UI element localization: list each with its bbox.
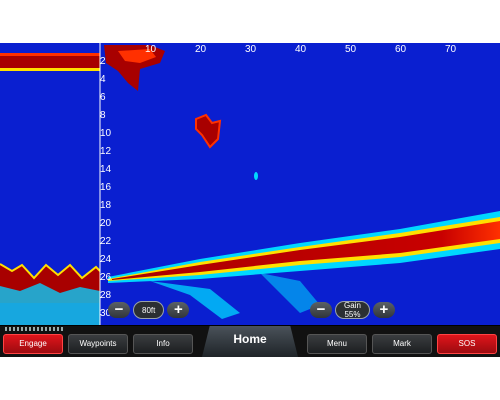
gain-control: − Gain 55% +	[310, 301, 395, 319]
gain-plus-button[interactable]: +	[372, 302, 395, 318]
range-label: 40	[295, 44, 307, 55]
range-label: 50	[345, 44, 357, 55]
depth-label: 8	[100, 110, 106, 121]
waypoints-button[interactable]: Waypoints	[68, 334, 128, 354]
range-label: 10	[145, 44, 157, 55]
mark-button[interactable]: Mark	[372, 334, 432, 354]
gain-value-box: Gain 55%	[335, 301, 370, 319]
home-button[interactable]: Home	[202, 326, 298, 357]
depth-label: 12	[100, 146, 112, 157]
depth-label: 14	[100, 164, 112, 175]
range-plus-button[interactable]: +	[167, 302, 190, 318]
range-value-box: 80ft	[133, 301, 165, 319]
info-button[interactable]: Info	[133, 334, 193, 354]
surface-clutter-edge	[0, 53, 100, 56]
surface-clutter-fringe	[0, 68, 100, 71]
engage-button[interactable]: Engage	[3, 334, 63, 354]
range-label: 60	[395, 44, 407, 55]
range-label: 70	[445, 44, 457, 55]
depth-label: 24	[100, 254, 112, 265]
depth-label: 10	[100, 128, 112, 139]
gain-label: Gain	[344, 301, 361, 310]
range-label: 20	[195, 44, 207, 55]
depth-label: 20	[100, 218, 112, 229]
gain-value: 55%	[344, 310, 361, 319]
depth-label: 4	[100, 74, 106, 85]
gain-minus-button[interactable]: −	[310, 302, 332, 318]
sonar-screen: 2 4 6 8 10 12 14 16 18 20 22 24 26 28 30 10 20 30 40 50 60 7…	[0, 43, 500, 357]
sonar-display: 24681012141618202224262830 10 20 30 40 50 60 7…	[0, 43, 500, 325]
depth-label: 28	[100, 290, 112, 301]
range-control: − 80ft +	[108, 301, 190, 319]
depth-label: 6	[100, 92, 106, 103]
range-minus-button[interactable]: −	[108, 302, 130, 318]
menu-button[interactable]: Menu	[307, 334, 367, 354]
softkey-bar: Engage Waypoints Info Home Menu Mark SOS	[0, 326, 500, 357]
range-label: 30	[245, 44, 257, 55]
range-value: 80ft	[142, 305, 156, 315]
drag-handle-icon[interactable]	[5, 327, 63, 331]
depth-label: 22	[100, 236, 112, 247]
depth-label: 18	[100, 200, 112, 211]
small-target	[254, 172, 258, 180]
depth-label: 16	[100, 182, 112, 193]
sos-button[interactable]: SOS	[437, 334, 497, 354]
depth-label: 2	[100, 56, 106, 67]
depth-label: 26	[100, 272, 112, 283]
